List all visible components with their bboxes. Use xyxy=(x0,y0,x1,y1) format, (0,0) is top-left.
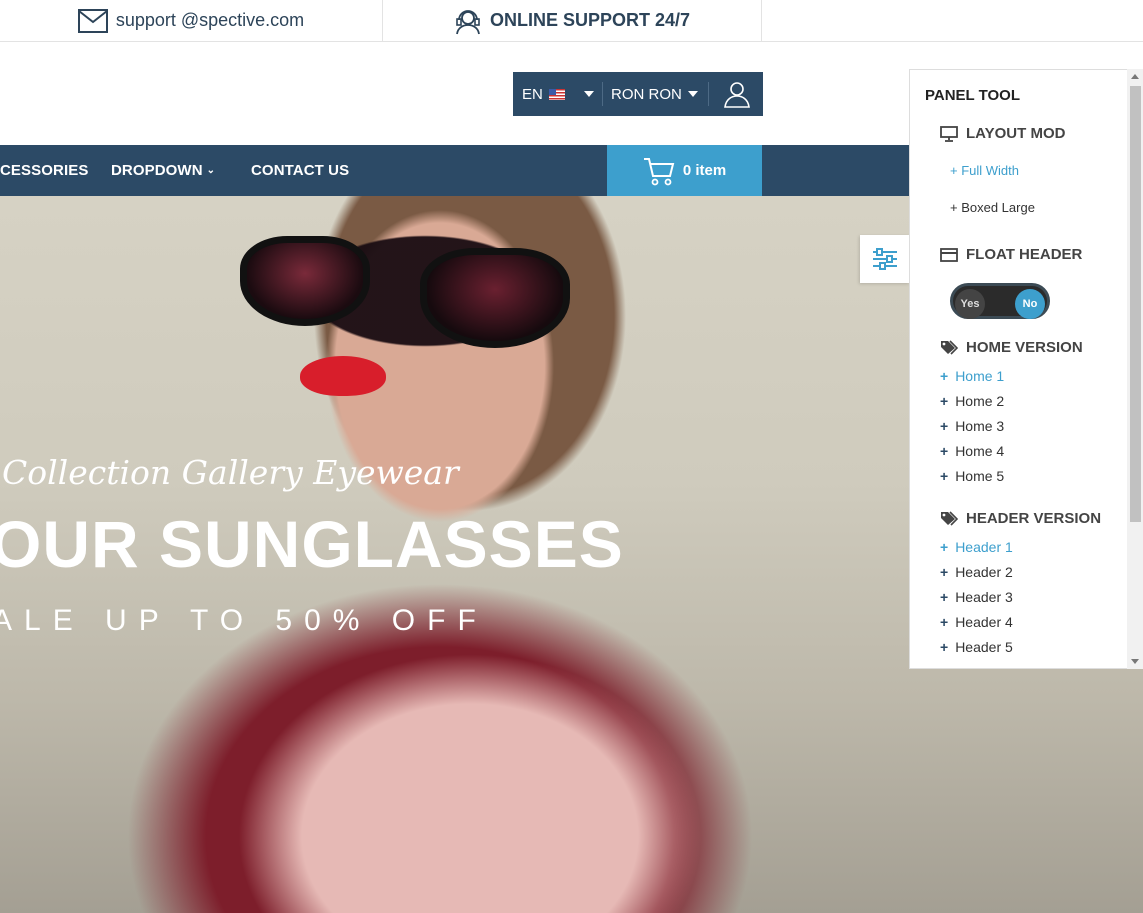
plus-icon: + xyxy=(940,368,949,384)
item-label: Home 4 xyxy=(955,443,1005,459)
home-version-item[interactable]: + Home 5 xyxy=(940,468,1004,484)
main-nav: CESSORIES DROPDOWN ⌄ CONTACT US xyxy=(0,145,910,196)
item-label: Home 1 xyxy=(955,368,1005,384)
scroll-down-arrow[interactable] xyxy=(1131,659,1139,664)
hero-image-sunglasses-right xyxy=(420,248,570,348)
email-link[interactable]: support @spective.com xyxy=(0,0,383,41)
section-label: FLOAT HEADER xyxy=(966,246,1083,263)
item-label: Header 4 xyxy=(955,614,1013,630)
home-version-item[interactable]: + Home 1 xyxy=(940,368,1004,384)
plus-icon: + xyxy=(940,639,949,655)
home-version-item[interactable]: + Home 4 xyxy=(940,443,1004,459)
float-header-heading: FLOAT HEADER xyxy=(940,246,1082,263)
account-bar: EN RON RON xyxy=(513,72,763,116)
chevron-down-icon: ⌄ xyxy=(206,165,216,176)
plus-icon: + xyxy=(940,614,949,630)
cart-button[interactable]: 0 item xyxy=(607,145,762,196)
us-flag-icon xyxy=(548,88,565,100)
tags-icon xyxy=(941,340,958,355)
layout-full-width[interactable]: + Full Width xyxy=(950,163,1019,178)
user-icon[interactable] xyxy=(723,80,751,108)
item-label: Home 3 xyxy=(955,418,1005,434)
caret-down-icon xyxy=(687,91,698,97)
support-text: ONLINE SUPPORT 24/7 xyxy=(489,10,691,30)
plus-icon: + xyxy=(940,393,949,409)
hero-image-lips xyxy=(300,356,386,396)
header-version-item[interactable]: + Header 1 xyxy=(940,539,1013,555)
nav-item-accessories[interactable]: CESSORIES xyxy=(0,145,88,196)
user-name: RON RON xyxy=(611,85,682,103)
cart-label: 0 item xyxy=(682,162,727,179)
caret-down-icon xyxy=(584,91,594,97)
header-version-item[interactable]: + Header 4 xyxy=(940,614,1013,630)
item-label: Home 5 xyxy=(955,468,1005,484)
nav-label: CESSORIES xyxy=(0,162,89,179)
plus-icon: + xyxy=(940,589,949,605)
toggle-yes[interactable]: Yes xyxy=(955,289,985,319)
online-support: ONLINE SUPPORT 24/7 xyxy=(383,0,762,41)
language-label: EN xyxy=(522,85,543,103)
user-menu[interactable]: RON RON xyxy=(603,82,709,106)
headset-icon xyxy=(456,9,480,34)
panel-title: PANEL TOOL xyxy=(925,87,1021,104)
home-version-heading: HOME VERSION xyxy=(940,339,1083,356)
plus-icon: + xyxy=(940,564,949,580)
item-label: Header 2 xyxy=(955,564,1013,580)
tags-icon xyxy=(941,511,958,526)
home-version-item[interactable]: + Home 3 xyxy=(940,418,1004,434)
header-version-item[interactable]: + Header 5 xyxy=(940,639,1013,655)
item-label: Header 1 xyxy=(955,539,1013,555)
nav-item-contact-us[interactable]: CONTACT US xyxy=(251,145,349,196)
plus-icon: + xyxy=(940,443,949,459)
language-selector[interactable]: EN xyxy=(513,82,603,106)
top-bar: support @spective.com ONLINE SUPPORT 24/… xyxy=(0,0,1143,42)
toggle-no[interactable]: No xyxy=(1015,289,1045,319)
plus-icon: + xyxy=(940,418,949,434)
item-label: Home 2 xyxy=(955,393,1005,409)
nav-label: DROPDOWN xyxy=(111,162,203,179)
panel-scrollbar[interactable] xyxy=(1127,69,1143,669)
header-version-item[interactable]: + Header 2 xyxy=(940,564,1013,580)
hero-title: OUR SUNGLASSES xyxy=(0,507,624,581)
nav-item-dropdown[interactable]: DROPDOWN ⌄ xyxy=(111,145,215,196)
hero-sale: ALE UP TO 50% OFF xyxy=(0,604,488,637)
cart-icon xyxy=(643,157,675,185)
mail-icon xyxy=(77,8,108,33)
email-text: support @spective.com xyxy=(115,10,305,30)
plus-icon: + xyxy=(940,539,949,555)
scrollbar-thumb[interactable] xyxy=(1130,86,1141,522)
home-version-item[interactable]: + Home 2 xyxy=(940,393,1004,409)
card-icon xyxy=(940,247,958,262)
panel-toggle-button[interactable] xyxy=(860,235,910,283)
header-version-heading: HEADER VERSION xyxy=(940,510,1101,527)
layout-boxed-large[interactable]: + Boxed Large xyxy=(950,200,1035,215)
plus-icon: + xyxy=(940,468,949,484)
section-label: HOME VERSION xyxy=(966,339,1083,356)
float-header-toggle[interactable]: Yes No xyxy=(950,283,1050,319)
section-label: HEADER VERSION xyxy=(966,510,1102,527)
page: support @spective.com ONLINE SUPPORT 24/… xyxy=(0,0,1143,913)
scroll-up-arrow[interactable] xyxy=(1131,74,1139,79)
layout-mod-heading: LAYOUT MOD xyxy=(940,125,1065,142)
header-version-item[interactable]: + Header 3 xyxy=(940,589,1013,605)
panel-tool: PANEL TOOL LAYOUT MOD + Full Width + Box… xyxy=(909,69,1143,669)
item-label: Header 3 xyxy=(955,589,1013,605)
item-label: Header 5 xyxy=(955,639,1013,655)
hero-image-sunglasses-left xyxy=(240,236,370,326)
nav-label: CONTACT US xyxy=(251,162,350,179)
section-label: LAYOUT MOD xyxy=(966,125,1066,142)
sliders-icon xyxy=(873,248,897,270)
monitor-icon xyxy=(940,125,958,142)
hero-subtitle: Collection Gallery Eyewear xyxy=(2,453,459,492)
